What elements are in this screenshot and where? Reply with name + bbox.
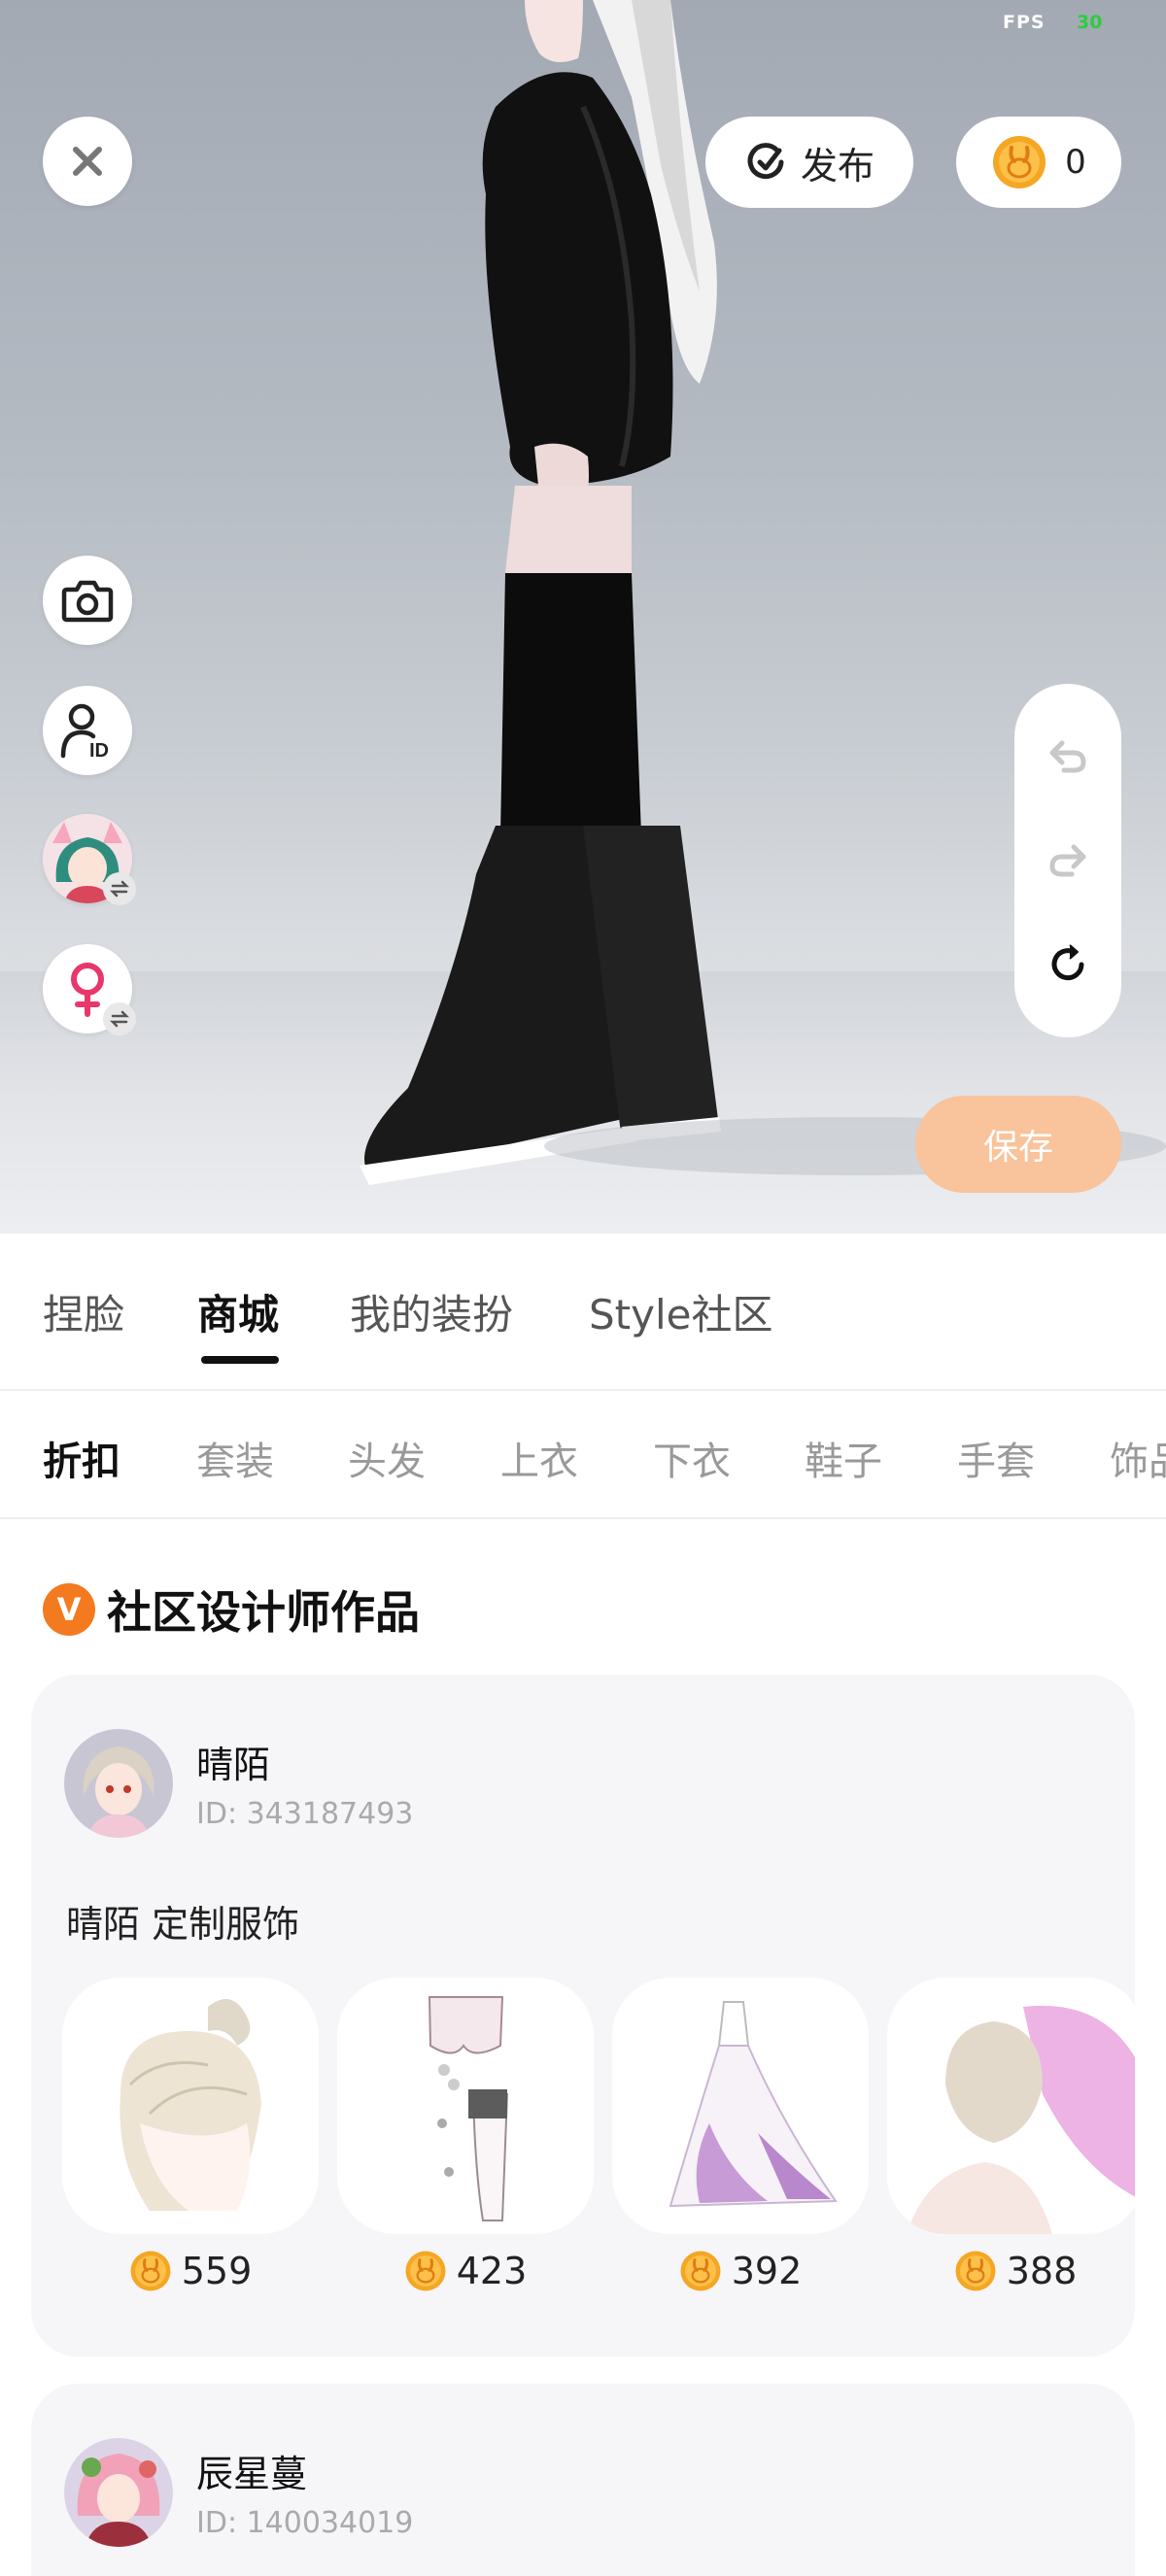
active-tab-indicator <box>201 1356 279 1364</box>
designer-avatar-image <box>64 1729 173 1838</box>
fps-label: FPS <box>1003 12 1046 33</box>
category-hair[interactable]: 头发 <box>348 1430 426 1486</box>
shop-item[interactable]: 392 <box>612 1978 869 2300</box>
shop-item[interactable]: 423 <box>337 1978 594 2300</box>
item-price: 423 <box>337 2242 594 2300</box>
item-thumbnail <box>887 1978 1135 2234</box>
tab-style-community[interactable]: Style社区 <box>589 1282 773 1341</box>
designer-description: 晴陌 定制服饰 <box>66 1903 300 1946</box>
designer-avatar[interactable] <box>64 1729 173 1838</box>
verified-badge: V <box>43 1583 95 1636</box>
section-title: 社区设计师作品 <box>107 1586 420 1639</box>
designer-id: ID: 140034019 <box>196 2506 414 2540</box>
item-thumbnail <box>337 1978 594 2234</box>
save-button[interactable]: 保存 <box>915 1096 1121 1193</box>
category-accessories[interactable]: 饰品 <box>1110 1430 1166 1486</box>
coin-balance-button[interactable]: 0 <box>956 117 1121 208</box>
shop-item[interactable]: 559 <box>62 1978 319 2300</box>
female-icon <box>71 963 104 1017</box>
switch-gender-button[interactable] <box>43 944 136 1035</box>
category-bottoms[interactable]: 下衣 <box>653 1430 731 1486</box>
coin-balance: 0 <box>1065 143 1086 182</box>
section-header: V 社区设计师作品 <box>43 1577 420 1642</box>
bunny-coin-icon <box>993 136 1046 188</box>
item-price: 388 <box>887 2242 1135 2300</box>
category-tab-bar[interactable]: 折扣 套装 头发 上衣 下衣 鞋子 手套 饰品 <box>0 1391 1166 1519</box>
tab-face[interactable]: 捏脸 <box>43 1282 124 1341</box>
swap-icon <box>110 1010 129 1028</box>
category-sets[interactable]: 套装 <box>196 1430 274 1486</box>
close-button[interactable] <box>43 117 132 206</box>
main-tab-bar: 捏脸 商城 我的装扮 Style社区 <box>0 1234 1166 1391</box>
redo-icon[interactable] <box>1045 837 1091 884</box>
item-carousel[interactable]: 559 423 392 388 <box>62 1978 1135 2308</box>
bunny-coin-icon <box>405 2251 446 2291</box>
tab-shop[interactable]: 商城 <box>197 1282 279 1341</box>
history-controls <box>1014 684 1121 1037</box>
price-value: 388 <box>1006 2250 1078 2292</box>
tab-my-outfits[interactable]: 我的装扮 <box>350 1282 513 1341</box>
publish-button[interactable]: 发布 <box>705 117 913 208</box>
camera-icon <box>61 580 114 623</box>
designer-avatar-image <box>64 2438 173 2547</box>
designer-avatar[interactable] <box>64 2438 173 2547</box>
close-icon <box>73 147 102 176</box>
item-price: 559 <box>62 2242 319 2300</box>
publish-icon <box>747 143 784 180</box>
designer-card: 辰星蔓 ID: 140034019 <box>31 2384 1135 2576</box>
item-thumbnail <box>612 1978 869 2234</box>
undo-icon[interactable] <box>1045 733 1091 780</box>
category-discount[interactable]: 折扣 <box>43 1430 120 1486</box>
bunny-coin-icon <box>130 2251 171 2291</box>
price-value: 392 <box>731 2250 803 2292</box>
camera-button[interactable] <box>43 556 132 645</box>
designer-card: 晴陌 ID: 343187493 晴陌 定制服饰 559 423 392 388 <box>31 1675 1135 2356</box>
reset-icon[interactable] <box>1045 941 1091 988</box>
fps-value: 30 <box>1077 12 1103 33</box>
price-value: 559 <box>181 2250 253 2292</box>
bunny-coin-icon <box>680 2251 721 2291</box>
price-value: 423 <box>456 2250 528 2292</box>
swap-badge <box>103 872 136 905</box>
item-price: 392 <box>612 2242 869 2300</box>
avatar-id-button[interactable]: ID <box>43 686 132 775</box>
item-thumbnail <box>62 1978 319 2234</box>
avatar-3d-viewport[interactable]: FPS 30 发布 0 ID 保存 <box>0 0 1166 1234</box>
publish-label: 发布 <box>800 144 874 187</box>
user-id-icon: ID <box>60 703 109 760</box>
bunny-coin-icon <box>955 2251 996 2291</box>
designer-name: 晴陌 <box>196 1744 271 1786</box>
shop-item[interactable]: 388 <box>887 1978 1135 2300</box>
svg-text:ID: ID <box>89 740 109 760</box>
designer-id: ID: 343187493 <box>196 1797 414 1831</box>
switch-character-button[interactable] <box>43 814 136 905</box>
category-gloves[interactable]: 手套 <box>957 1430 1035 1486</box>
swap-badge <box>103 1002 136 1035</box>
swap-icon <box>110 880 129 898</box>
category-tops[interactable]: 上衣 <box>500 1430 578 1486</box>
category-shoes[interactable]: 鞋子 <box>805 1430 882 1486</box>
designer-name: 辰星蔓 <box>196 2453 308 2495</box>
